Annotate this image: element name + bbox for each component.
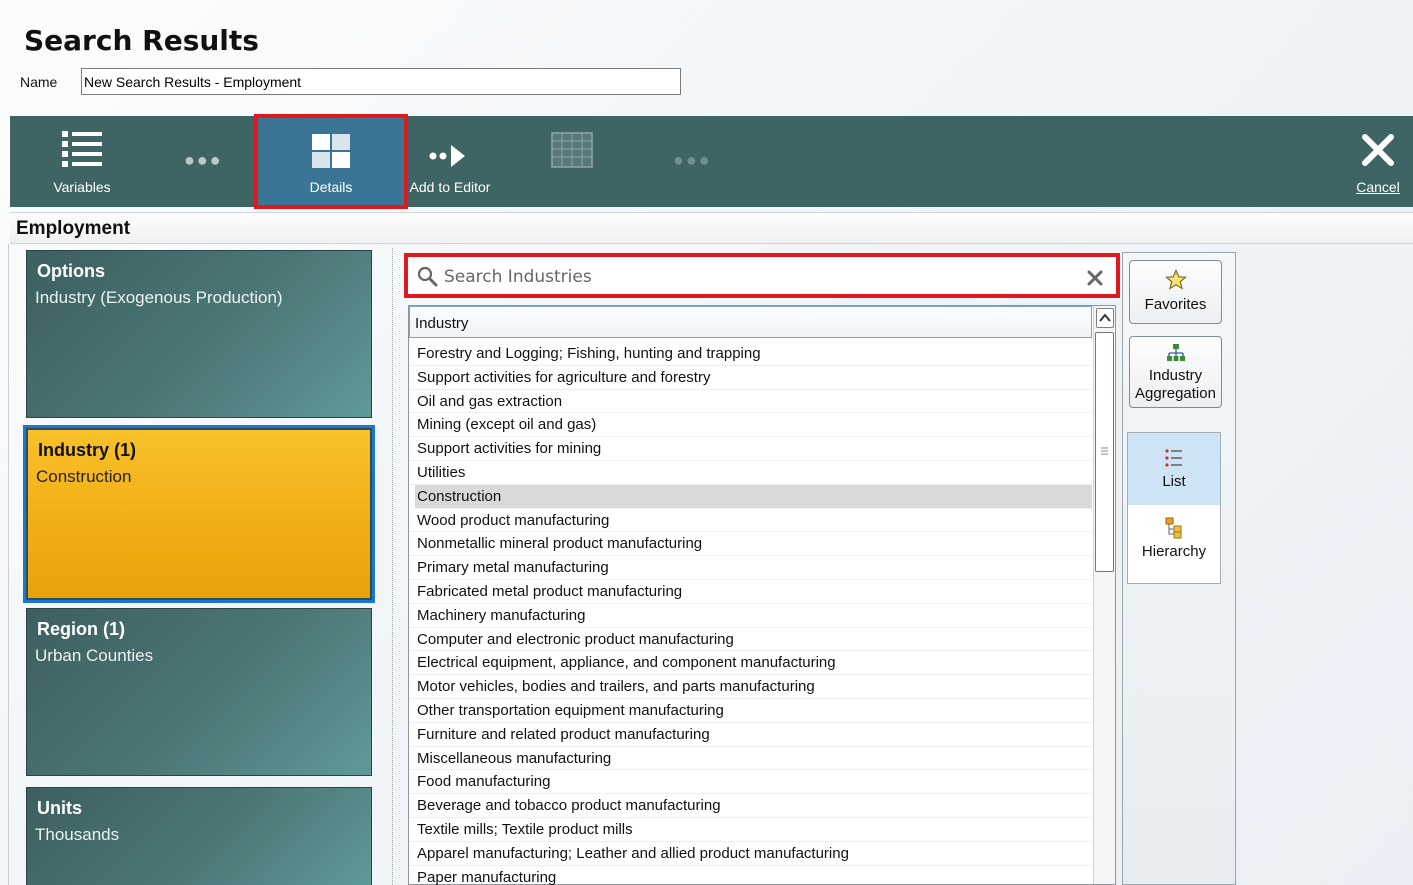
table-row[interactable]: Wood product manufacturing (409, 509, 1092, 533)
aggregation-label-line2: Aggregation (1135, 385, 1216, 402)
list-view-button[interactable]: List (1128, 433, 1220, 505)
table-row[interactable]: Food manufacturing (409, 770, 1092, 795)
hierarchy-view-label: Hierarchy (1141, 543, 1207, 560)
scroll-up-button[interactable] (1096, 308, 1114, 328)
table-row[interactable]: Oil and gas extraction (409, 390, 1092, 414)
table-row[interactable]: Apparel manufacturing; Leather and allie… (409, 842, 1092, 866)
search-input[interactable] (444, 263, 1064, 291)
card-units-title: Units (37, 798, 82, 818)
table-row[interactable]: Mining (except oil and gas) (409, 413, 1092, 438)
table-row[interactable]: Machinery manufacturing (409, 604, 1092, 628)
side-panel: Favorites Industry Aggregation List Hier (1122, 252, 1236, 885)
list-icon (62, 131, 102, 167)
toolbar: Variables ●●● Details Add to Editor ●●● … (10, 114, 1413, 209)
grid-button[interactable] (550, 116, 594, 207)
cancel-button[interactable]: Cancel (1346, 116, 1410, 207)
table-row[interactable]: Textile mills; Textile product mills (409, 818, 1092, 842)
variables-button[interactable]: Variables (40, 116, 124, 207)
table-row[interactable]: Primary metal manufacturing (409, 556, 1092, 580)
card-options-title: Options (37, 261, 105, 281)
table-row[interactable]: Utilities (409, 461, 1092, 485)
card-region-title: Region (1) (37, 619, 125, 639)
card-options[interactable]: Options Industry (Exogenous Production) (26, 250, 372, 418)
chevron-up-icon (1099, 313, 1111, 322)
more-dots-icon: ●●● (184, 150, 223, 170)
card-industry-title: Industry (1) (38, 440, 137, 460)
details-icon (312, 134, 350, 168)
grid-icon (551, 132, 593, 168)
cancel-label: Cancel (1356, 179, 1400, 195)
list-scrollbar[interactable] (1093, 306, 1115, 884)
more-dots-disabled-icon: ●●● (673, 150, 712, 170)
hierarchy-view-button[interactable]: Hierarchy (1128, 509, 1220, 581)
card-region-value: Urban Counties (35, 646, 154, 665)
table-row[interactable]: Fabricated metal product manufacturing (409, 580, 1092, 604)
arrow-right-icon (429, 145, 465, 167)
clear-search-icon[interactable] (1086, 269, 1104, 287)
favorites-label: Favorites (1144, 296, 1207, 313)
scroll-thumb[interactable] (1095, 332, 1114, 572)
aggregation-label-line1: Industry (1148, 367, 1203, 384)
close-icon (1362, 134, 1394, 166)
add-to-editor-button[interactable]: Add to Editor (405, 116, 495, 207)
name-label: Name (20, 74, 58, 90)
left-border (8, 244, 9, 885)
card-options-value: Industry (Exogenous Production) (35, 288, 283, 307)
name-field[interactable] (81, 68, 681, 95)
card-industry-value: Construction (36, 467, 132, 486)
table-row[interactable]: Construction (415, 484, 1092, 509)
search-icon (417, 266, 438, 287)
view-mode-group: List Hierarchy (1127, 432, 1221, 584)
table-row[interactable]: Support activities for agriculture and f… (409, 366, 1092, 390)
variables-label: Variables (53, 179, 111, 195)
table-row[interactable]: Paper manufacturing (409, 866, 1092, 885)
table-row[interactable]: Motor vehicles, bodies and trailers, and… (409, 675, 1092, 699)
list-rows: Forestry and Logging; Fishing, hunting a… (409, 342, 1092, 885)
card-region[interactable]: Region (1) Urban Counties (26, 608, 372, 776)
industry-aggregation-button[interactable]: Industry Aggregation (1129, 336, 1222, 408)
splitter[interactable] (392, 248, 395, 885)
card-units[interactable]: Units Thousands (26, 787, 372, 885)
page-title: Search Results (24, 24, 259, 57)
favorites-button[interactable]: Favorites (1129, 260, 1222, 324)
table-row[interactable]: Electrical equipment, appliance, and com… (409, 651, 1092, 676)
card-industry[interactable]: Industry (1) Construction (23, 425, 375, 603)
table-row[interactable]: Beverage and tobacco product manufacturi… (409, 794, 1092, 818)
table-row[interactable]: Forestry and Logging; Fishing, hunting a… (409, 342, 1092, 366)
section-header: Employment (10, 212, 1413, 244)
details-label: Details (309, 179, 353, 195)
list-view-icon (1165, 449, 1182, 467)
list-header-industry[interactable]: Industry (409, 306, 1092, 338)
industry-list: Industry Forestry and Logging; Fishing, … (408, 305, 1116, 885)
table-row[interactable]: Furniture and related product manufactur… (409, 723, 1092, 747)
table-row[interactable]: Nonmetallic mineral product manufacturin… (409, 532, 1092, 557)
table-row[interactable]: Computer and electronic product manufact… (409, 628, 1092, 652)
details-button[interactable]: Details (254, 114, 408, 209)
grip-icon (1101, 447, 1108, 455)
star-icon (1164, 269, 1187, 290)
hierarchy-view-icon (1165, 517, 1182, 539)
table-row[interactable]: Miscellaneous manufacturing (409, 747, 1092, 771)
hierarchy-tree-icon (1166, 344, 1185, 361)
table-row[interactable]: Other transportation equipment manufactu… (409, 699, 1092, 723)
list-view-label: List (1162, 473, 1186, 490)
table-row[interactable]: Support activities for mining (409, 437, 1092, 461)
card-units-value: Thousands (35, 825, 120, 844)
search-box (404, 253, 1120, 298)
add-to-editor-label: Add to Editor (409, 179, 491, 195)
